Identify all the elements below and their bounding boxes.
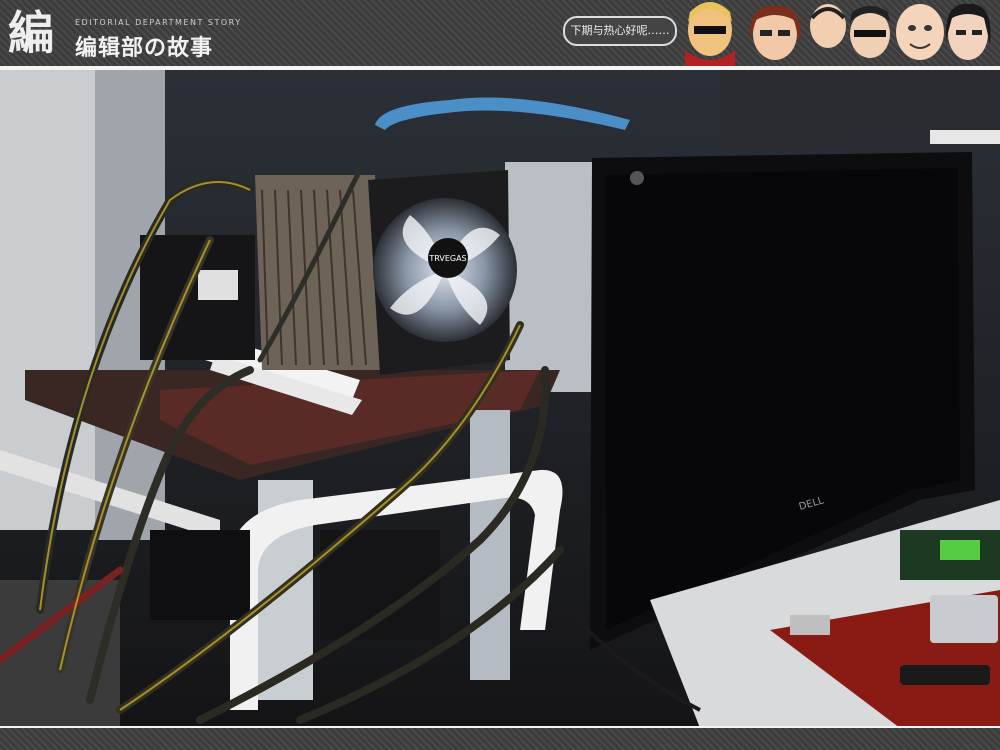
adapter <box>790 615 830 635</box>
cartoon-faces-icon <box>685 2 991 68</box>
cartoon-face-icon <box>896 4 944 60</box>
cartoon-face-icon <box>749 5 801 60</box>
cartoon-face-icon <box>810 4 846 48</box>
psu-label <box>198 270 238 300</box>
logo-title: 编辑部の故事 <box>75 36 214 61</box>
site-header: 編 EDITORIAL DEPARTMENT STORY 编辑部の故事 下期与热… <box>0 0 1000 68</box>
site-footer <box>0 728 1000 750</box>
graphics-card-fan <box>940 540 980 560</box>
cartoon-face-icon <box>945 3 991 60</box>
paper-box <box>930 130 1000 144</box>
logo-mark: 編 <box>8 6 54 60</box>
logo-subtitle: EDITORIAL DEPARTMENT STORY <box>75 18 242 27</box>
webcam-icon <box>630 171 644 185</box>
drive-box <box>150 530 250 620</box>
fan-brand-label: TRVEGAS <box>428 254 466 263</box>
card-reader <box>930 595 998 643</box>
workbench-photo: TRVEGAS DELL <box>0 70 1000 728</box>
speech-bubble: 下期与热心好呢…… <box>563 16 677 46</box>
cartoon-face-icon <box>850 6 890 58</box>
workbench-scene: TRVEGAS DELL <box>0 70 1000 728</box>
usb-stick <box>900 665 990 685</box>
cpu-heatsink <box>255 175 385 370</box>
monitor-back <box>505 162 600 392</box>
cartoon-face-icon <box>685 2 735 68</box>
